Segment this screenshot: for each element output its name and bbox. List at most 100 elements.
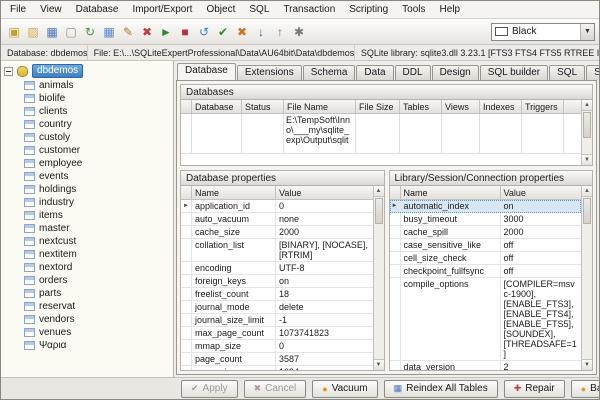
new-table-icon[interactable]: ▦ bbox=[100, 23, 118, 41]
reindex-button[interactable]: ▦ Reindex All Tables bbox=[383, 379, 498, 398]
property-value[interactable]: on bbox=[276, 275, 373, 287]
property-row[interactable]: collation_list [BINARY], [NOCASE], [RTRI… bbox=[181, 239, 373, 262]
property-value[interactable]: [BINARY], [NOCASE], [RTRIM] bbox=[276, 239, 373, 261]
property-name[interactable]: page_size bbox=[192, 366, 276, 370]
repair-button[interactable]: ✚ Repair bbox=[503, 379, 565, 398]
refresh-icon[interactable]: ↻ bbox=[81, 23, 99, 41]
property-row[interactable]: auto_vacuum none bbox=[181, 213, 373, 226]
tree-item-table[interactable]: orders bbox=[1, 274, 173, 287]
property-row[interactable]: encoding UTF-8 bbox=[181, 262, 373, 275]
tab[interactable]: Schema bbox=[302, 65, 356, 80]
property-row[interactable]: data_version 2 bbox=[390, 361, 582, 370]
tree-item-table[interactable]: master bbox=[1, 222, 173, 235]
property-value[interactable]: 2000 bbox=[276, 226, 373, 238]
property-value[interactable]: 1073741823 bbox=[276, 327, 373, 339]
tree-item-table[interactable]: events bbox=[1, 170, 173, 183]
tree-item-table[interactable]: clients bbox=[1, 105, 173, 118]
column-header[interactable]: Tables bbox=[400, 100, 442, 113]
chevron-down-icon[interactable]: ▼ bbox=[580, 23, 594, 40]
property-name[interactable]: max_page_count bbox=[192, 327, 276, 339]
property-row[interactable]: cell_size_check off bbox=[389, 252, 582, 265]
property-value[interactable]: 0 bbox=[276, 200, 373, 212]
database-row[interactable]: E:\TempSoft\Inno\___my\sqlite_exp\Output… bbox=[181, 114, 581, 154]
options-icon[interactable]: ✱ bbox=[290, 23, 308, 41]
property-name[interactable]: freelist_count bbox=[192, 288, 276, 300]
column-header[interactable]: Views bbox=[442, 100, 480, 113]
property-value[interactable]: 3000 bbox=[501, 213, 582, 225]
tree-item-table[interactable]: holdings bbox=[1, 183, 173, 196]
stop-icon[interactable]: ■ bbox=[176, 23, 194, 41]
property-name[interactable]: auto_vacuum bbox=[192, 213, 276, 225]
property-value[interactable]: off bbox=[501, 265, 582, 277]
tree-item-table[interactable]: country bbox=[1, 118, 173, 131]
property-name[interactable]: compile_options bbox=[401, 278, 501, 360]
property-name[interactable]: cache_spill bbox=[401, 226, 501, 238]
menu-item[interactable]: Database bbox=[69, 1, 126, 18]
tree-item-table[interactable]: vendors bbox=[1, 313, 173, 326]
cell-status[interactable] bbox=[242, 114, 284, 153]
property-name[interactable]: journal_size_limit bbox=[192, 314, 276, 326]
tree-item-table[interactable]: custoly bbox=[1, 131, 173, 144]
cell-file-name[interactable]: E:\TempSoft\Inno\___my\sqlite_exp\Output… bbox=[284, 114, 356, 153]
property-row[interactable]: page_count 3587 bbox=[181, 353, 373, 366]
property-name[interactable]: cache_size bbox=[192, 226, 276, 238]
column-header[interactable]: File Size bbox=[356, 100, 400, 113]
property-row[interactable]: cache_size 2000 bbox=[181, 226, 373, 239]
tree-item-table[interactable]: items bbox=[1, 209, 173, 222]
tab[interactable]: DDL bbox=[394, 65, 431, 80]
name-column-header[interactable]: Name bbox=[192, 186, 276, 199]
property-value[interactable]: UTF-8 bbox=[276, 262, 373, 274]
property-row[interactable]: busy_timeout 3000 bbox=[389, 213, 582, 226]
cell-file-size[interactable] bbox=[356, 114, 400, 153]
property-row[interactable]: journal_mode delete bbox=[181, 301, 373, 314]
tab[interactable]: SQL builder bbox=[479, 65, 549, 80]
scrollbar-thumb[interactable] bbox=[583, 198, 591, 224]
begin-transaction-icon[interactable]: ↺ bbox=[195, 23, 213, 41]
tab[interactable]: SQL bbox=[549, 65, 586, 80]
column-header[interactable]: Status bbox=[242, 100, 284, 113]
tree-item-table[interactable]: reservat bbox=[1, 300, 173, 313]
property-value[interactable]: on bbox=[501, 200, 582, 212]
import-icon[interactable]: ↓ bbox=[252, 23, 270, 41]
property-name[interactable]: automatic_index bbox=[401, 200, 501, 212]
tree-item-table[interactable]: industry bbox=[1, 196, 173, 209]
property-value[interactable]: off bbox=[501, 239, 582, 251]
property-name[interactable]: mmap_size bbox=[192, 340, 276, 352]
property-value[interactable]: 0 bbox=[276, 340, 373, 352]
property-row[interactable]: cache_spill 2000 bbox=[389, 226, 581, 239]
tree-item-table[interactable]: employee bbox=[1, 157, 173, 170]
column-header[interactable]: File Name bbox=[284, 100, 356, 113]
cell-indexes[interactable] bbox=[480, 114, 522, 153]
property-row[interactable]: ► automatic_index on bbox=[389, 200, 582, 213]
property-value[interactable]: 18 bbox=[276, 288, 373, 300]
scroll-down-icon[interactable]: ▼ bbox=[373, 359, 384, 370]
scrollbar-thumb[interactable] bbox=[374, 198, 383, 224]
property-value[interactable]: off bbox=[501, 252, 582, 264]
property-name[interactable]: foreign_keys bbox=[192, 275, 276, 287]
property-name[interactable]: busy_timeout bbox=[401, 213, 501, 225]
menu-item[interactable]: Transaction bbox=[276, 1, 342, 18]
property-name[interactable]: application_id bbox=[192, 200, 276, 212]
property-value[interactable]: [COMPILER=msvc-1900], [ENABLE_FTS3], [EN… bbox=[501, 278, 582, 360]
name-column-header[interactable]: Name bbox=[401, 186, 501, 199]
property-value[interactable]: none bbox=[276, 213, 373, 225]
tree-root-dbdemos[interactable]: dbdemos bbox=[1, 63, 173, 79]
property-name[interactable]: encoding bbox=[192, 262, 276, 274]
property-row[interactable]: max_page_count 1073741823 bbox=[181, 327, 373, 340]
column-header[interactable]: Database bbox=[192, 100, 242, 113]
font-color-combobox[interactable]: Black ▼ bbox=[491, 22, 595, 41]
tree-item-table[interactable]: animals bbox=[1, 79, 173, 92]
property-name[interactable]: data_version bbox=[401, 361, 501, 370]
open-database-icon[interactable]: ▨ bbox=[24, 23, 42, 41]
scroll-down-icon[interactable]: ▼ bbox=[582, 359, 592, 370]
property-row[interactable]: freelist_count 18 bbox=[181, 288, 373, 301]
property-row[interactable]: checkpoint_fullfsync off bbox=[389, 265, 582, 278]
property-row[interactable]: page_size 1024 bbox=[181, 366, 373, 370]
value-column-header[interactable]: Value bbox=[276, 186, 373, 199]
tab[interactable]: Design bbox=[431, 65, 479, 80]
cancel-button[interactable]: ✖ Cancel bbox=[243, 379, 307, 398]
collapse-icon[interactable] bbox=[4, 66, 13, 76]
tree-item-table[interactable]: parts bbox=[1, 287, 173, 300]
tree-item-table[interactable]: Ψαρια bbox=[1, 339, 173, 352]
tree-item-table[interactable]: nextcust bbox=[1, 235, 173, 248]
